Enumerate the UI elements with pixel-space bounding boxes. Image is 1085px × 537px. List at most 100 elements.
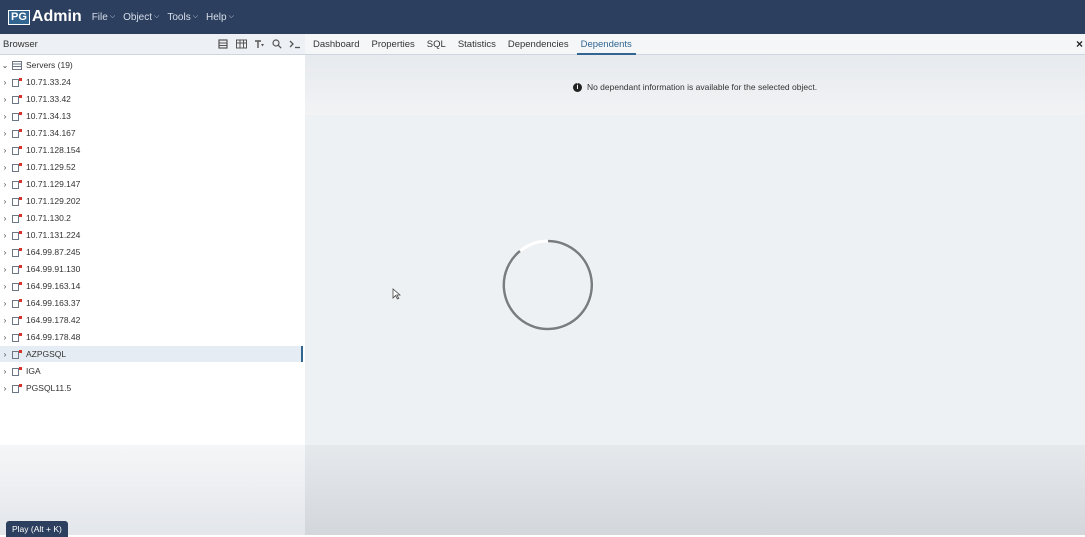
chevron-right-icon[interactable]: › [0,163,10,172]
browser-tree: ⌄ Servers (19) › 10.71.33.24 › 10.71.33.42… [0,55,305,535]
server-icon [12,94,22,104]
info-message: No dependant information is available fo… [586,82,818,92]
tree-server-item[interactable]: › 164.99.163.14 [0,278,303,294]
chevron-right-icon[interactable]: › [0,146,10,155]
logo-pg-mark: PG [8,9,30,25]
tree-server-item[interactable]: › IGA [0,363,303,379]
server-icon [12,145,22,155]
chevron-down-icon: ⌵ [154,13,160,20]
server-icon [12,281,22,291]
tree-server-item-selected[interactable]: › AZPGSQL [0,346,303,362]
psql-tool-icon[interactable] [287,37,303,51]
menu-file[interactable]: File ⌵ [92,12,115,23]
tree-server-item[interactable]: › 10.71.129.202 [0,193,303,209]
main-tabs: Dashboard Properties SQL Statistics Depe… [305,34,1085,55]
server-label: 10.71.34.167 [26,128,76,138]
server-label: 10.71.129.52 [26,162,76,172]
close-icon[interactable]: × [1076,37,1083,51]
server-label: 10.71.129.147 [26,179,81,189]
tree-server-item[interactable]: › 164.99.178.42 [0,312,303,328]
chevron-right-icon[interactable]: › [0,129,10,138]
server-icon [12,247,22,257]
tree-server-item[interactable]: › 10.71.33.42 [0,91,303,107]
server-icon [12,196,22,206]
server-label: 164.99.163.14 [26,281,81,291]
chevron-right-icon[interactable]: › [0,299,10,308]
tab-properties[interactable]: Properties [367,34,418,55]
server-icon [12,230,22,240]
tab-dependents[interactable]: Dependents [576,34,636,55]
tree-server-item[interactable]: › 10.71.128.154 [0,142,303,158]
tree-server-item[interactable]: › 10.71.33.24 [0,74,303,90]
server-label: 164.99.178.42 [26,315,81,325]
info-message-bar: i No dependant information is available … [305,55,1085,115]
menu-object-label: Object [123,11,153,23]
server-icon [12,298,22,308]
server-label: AZPGSQL [26,349,67,359]
chevron-down-icon: ⌵ [109,13,116,20]
chevron-right-icon[interactable]: › [0,231,10,240]
tree-server-item[interactable]: › PGSQL11.5 [0,380,303,396]
server-group-icon [12,60,22,70]
chevron-right-icon[interactable]: › [0,197,10,206]
chevron-right-icon[interactable]: › [0,214,10,223]
server-label: 10.71.128.154 [26,145,81,155]
server-label: 164.99.178.48 [26,332,81,342]
tree-server-item[interactable]: › 10.71.34.13 [0,108,303,124]
tree-root-label: Servers (19) [26,60,73,70]
menu-help[interactable]: Help ⌵ [206,12,234,23]
tree-server-item[interactable]: › 10.71.34.167 [0,125,303,141]
tree-server-item[interactable]: › 164.99.163.37 [0,295,303,311]
tree-root-servers[interactable]: ⌄ Servers (19) [0,57,303,73]
mouse-cursor-icon [392,288,402,303]
chevron-right-icon[interactable]: › [0,112,10,121]
server-label: 10.71.131.224 [26,230,81,240]
chevron-right-icon[interactable]: › [0,180,10,189]
server-icon [12,264,22,274]
tree-server-item[interactable]: › 10.71.131.224 [0,227,303,243]
server-icon [12,213,22,223]
view-data-icon[interactable] [233,37,249,51]
tab-dependencies[interactable]: Dependencies [504,34,573,55]
server-icon [12,179,22,189]
chevron-right-icon[interactable]: › [0,333,10,342]
chevron-right-icon[interactable]: › [0,384,10,393]
tree-server-item[interactable]: › 10.71.129.147 [0,176,303,192]
menu-tools[interactable]: Tools ⌵ [167,12,198,23]
chevron-down-icon: ⌵ [228,13,234,20]
chevron-right-icon[interactable]: › [0,316,10,325]
tree-server-item[interactable]: › 164.99.87.245 [0,244,303,260]
browser-title: Browser [3,38,38,50]
chevron-right-icon[interactable]: › [0,248,10,257]
query-tool-icon[interactable] [215,37,231,51]
chevron-right-icon[interactable]: › [0,265,10,274]
server-label: 10.71.129.202 [26,196,81,206]
server-label: 10.71.34.13 [26,111,71,121]
server-icon [12,162,22,172]
server-label: 10.71.130.2 [26,213,71,223]
logo-admin-text: Admin [31,8,82,25]
tree-server-item[interactable]: › 164.99.91.130 [0,261,303,277]
menu-object[interactable]: Object ⌵ [123,12,159,23]
chevron-right-icon[interactable]: › [0,78,10,87]
tree-server-item[interactable]: › 164.99.178.48 [0,329,303,345]
server-icon [12,349,22,359]
tab-statistics[interactable]: Statistics [454,34,500,55]
pgadmin-logo[interactable]: PG Admin [8,8,82,26]
search-icon[interactable] [269,37,285,51]
top-navbar: PG Admin File ⌵ Object ⌵ Tools ⌵ Help ⌵ [0,0,1085,34]
browser-panel-header: Browser [0,34,305,55]
tab-sql[interactable]: SQL [423,34,450,55]
chevron-right-icon[interactable]: › [0,367,10,376]
tab-dashboard[interactable]: Dashboard [309,34,363,55]
menu-tools-label: Tools [167,11,191,23]
chevron-right-icon[interactable]: › [0,350,10,359]
server-label: PGSQL11.5 [26,383,72,393]
chevron-down-icon[interactable]: ⌄ [0,61,10,70]
server-label: IGA [26,366,41,376]
filtered-rows-icon[interactable] [251,37,267,51]
chevron-right-icon[interactable]: › [0,95,10,104]
tree-server-item[interactable]: › 10.71.129.52 [0,159,303,175]
tree-server-item[interactable]: › 10.71.130.2 [0,210,303,226]
chevron-right-icon[interactable]: › [0,282,10,291]
